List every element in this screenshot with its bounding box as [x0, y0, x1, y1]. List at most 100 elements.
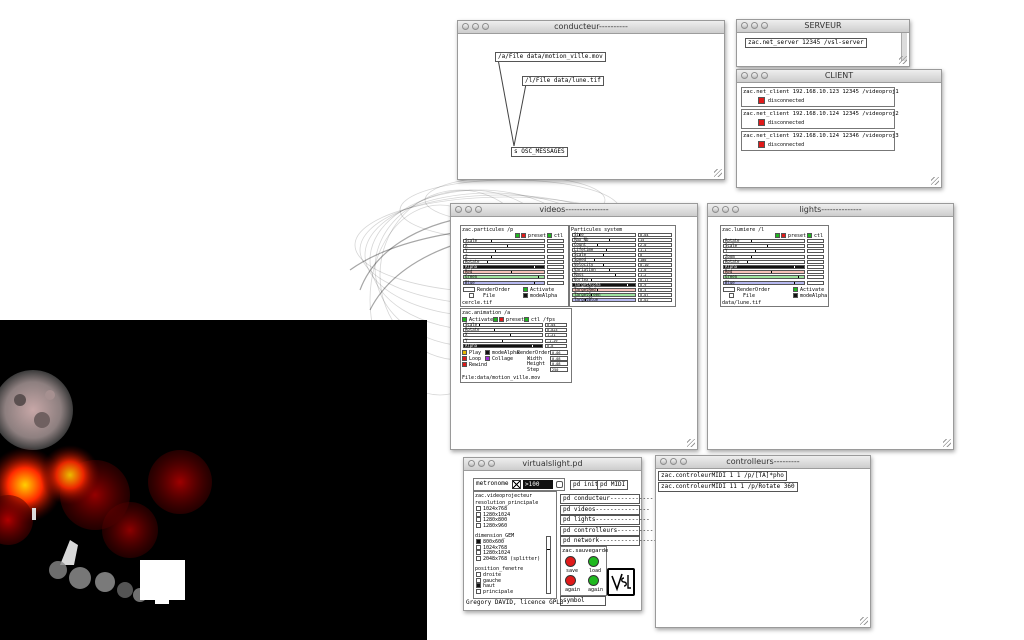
parameter-slider[interactable]: Scale	[463, 239, 545, 243]
titlebar[interactable]: virtualslight.pd	[464, 458, 641, 471]
subpatch-object[interactable]: pd conducteur------------	[560, 494, 653, 504]
file-button[interactable]	[729, 293, 734, 298]
number-box[interactable]	[547, 259, 564, 264]
ctl-toggle[interactable]	[547, 233, 552, 238]
resize-grip[interactable]	[714, 169, 722, 177]
symbol-box[interactable]: symbol	[560, 596, 606, 606]
mode-alpha-toggle[interactable]	[523, 293, 528, 298]
number-box[interactable]	[547, 270, 564, 275]
parameter-slider[interactable]: X	[463, 244, 545, 249]
object-box[interactable]: zac.controleurMIDI 11 1 /p/Rotate 360	[658, 482, 798, 492]
number-box[interactable]: 0.04	[638, 233, 672, 237]
pd-midi-object[interactable]: pd MIDI	[597, 480, 629, 490]
parameter-slider[interactable]: Blue	[723, 280, 805, 285]
number-box[interactable]: 0.08	[550, 355, 568, 361]
number-box[interactable]	[807, 270, 824, 275]
number-box[interactable]: 0.10	[638, 263, 672, 267]
radio-option[interactable]	[476, 588, 481, 594]
radio-option[interactable]	[476, 539, 481, 544]
number-box[interactable]: 1.1	[638, 248, 672, 252]
number-box[interactable]: 1.0	[638, 268, 672, 272]
parameter-slider[interactable]: Blue	[463, 280, 545, 285]
number-box[interactable]: 0.08	[550, 361, 568, 366]
preset-toggle[interactable]	[499, 317, 504, 322]
resize-grip[interactable]	[860, 617, 868, 625]
radio-option[interactable]	[476, 506, 481, 511]
metronome-value[interactable]: >100	[523, 480, 553, 489]
mode-alpha-toggle[interactable]	[793, 293, 798, 298]
number-box[interactable]	[547, 275, 564, 280]
parameter-slider[interactable]: Scale	[723, 244, 805, 249]
option-toggle[interactable]	[462, 356, 467, 361]
parameter-slider[interactable]: TargetBlue	[572, 298, 636, 302]
number-box[interactable]: 2.0	[638, 243, 672, 247]
number-box[interactable]	[807, 254, 824, 259]
radio-option[interactable]	[476, 511, 481, 517]
load-button[interactable]	[588, 556, 599, 567]
save-button[interactable]	[565, 556, 576, 567]
number-box[interactable]: 0.9	[638, 283, 672, 287]
subpatch-object[interactable]: pd controlleurs----------	[560, 525, 653, 536]
number-box[interactable]: 0.04	[545, 323, 567, 327]
number-box[interactable]: 100	[638, 258, 672, 262]
subpatch-object[interactable]: pd videos---------------	[560, 504, 650, 515]
parameter-slider[interactable]: Y	[463, 338, 543, 343]
option-toggle[interactable]	[462, 350, 467, 355]
preset-toggle[interactable]	[493, 317, 498, 322]
number-box[interactable]	[807, 259, 824, 264]
titlebar[interactable]: lights--------------	[708, 204, 953, 217]
save-again-button[interactable]	[565, 575, 576, 586]
number-box[interactable]	[547, 265, 564, 269]
number-box[interactable]: 1.21	[545, 333, 567, 338]
object-box[interactable]: zac.net_server 12345 /vsl-server	[745, 38, 867, 48]
radio-option[interactable]	[476, 522, 481, 528]
preset-toggle[interactable]	[515, 233, 520, 238]
message-box[interactable]: /a/File data/motion_ville.mov	[495, 52, 606, 62]
radio-option[interactable]	[476, 544, 481, 550]
bang-button[interactable]	[556, 481, 563, 488]
parameter-slider[interactable]: Y	[723, 249, 805, 254]
ctl-toggle[interactable]	[807, 233, 812, 238]
resize-grip[interactable]	[943, 439, 951, 447]
message-box[interactable]: /l/File data/lune.tif	[522, 76, 604, 86]
number-box[interactable]	[547, 244, 564, 249]
number-box[interactable]	[547, 249, 564, 254]
number-box[interactable]	[807, 275, 824, 280]
parameter-slider[interactable]: Alpha	[463, 265, 545, 269]
number-box[interactable]	[807, 244, 824, 249]
number-box[interactable]	[547, 280, 564, 285]
titlebar[interactable]: CLIENT	[737, 70, 941, 83]
parameter-slider[interactable]: X	[463, 333, 543, 338]
radio-option[interactable]	[476, 572, 481, 577]
titlebar[interactable]: conducteur----------	[458, 21, 724, 34]
titlebar[interactable]: controlleurs---------	[656, 456, 870, 469]
resize-grip[interactable]	[931, 177, 939, 185]
number-box[interactable]	[807, 249, 824, 254]
preset-toggle[interactable]	[781, 233, 786, 238]
number-box[interactable]: 0.5	[638, 288, 672, 292]
ctl-toggle[interactable]	[524, 317, 529, 322]
parameter-slider[interactable]: Green	[723, 275, 805, 280]
activate-toggle[interactable]	[793, 287, 798, 292]
file-button[interactable]	[469, 293, 474, 298]
load-again-button[interactable]	[588, 575, 599, 586]
activate-toggle[interactable]	[523, 287, 528, 292]
option-toggle[interactable]	[462, 362, 467, 367]
parameter-slider[interactable]: Y	[463, 249, 545, 254]
resize-grip[interactable]	[687, 439, 695, 447]
parameter-slider[interactable]: Green	[463, 275, 545, 280]
number-box[interactable]: 0.823	[545, 328, 567, 333]
number-box[interactable]	[807, 265, 824, 269]
preset-toggle[interactable]	[521, 233, 526, 238]
metronome-toggle[interactable]	[512, 480, 521, 489]
number-box[interactable]: 0.02	[638, 298, 672, 302]
vertical-slider[interactable]	[546, 536, 551, 594]
number-box[interactable]	[547, 254, 564, 259]
parameter-slider[interactable]: Zoom	[723, 254, 805, 259]
number-box[interactable]: 0.17	[638, 278, 672, 282]
number-box[interactable]: 0.07	[638, 293, 672, 297]
subpatch-object[interactable]: pd lights---------------	[560, 515, 650, 525]
number-box[interactable]: 0.06	[550, 350, 568, 355]
number-box[interactable]: 0	[638, 253, 672, 257]
parameter-slider[interactable]: Alpha	[723, 265, 805, 269]
